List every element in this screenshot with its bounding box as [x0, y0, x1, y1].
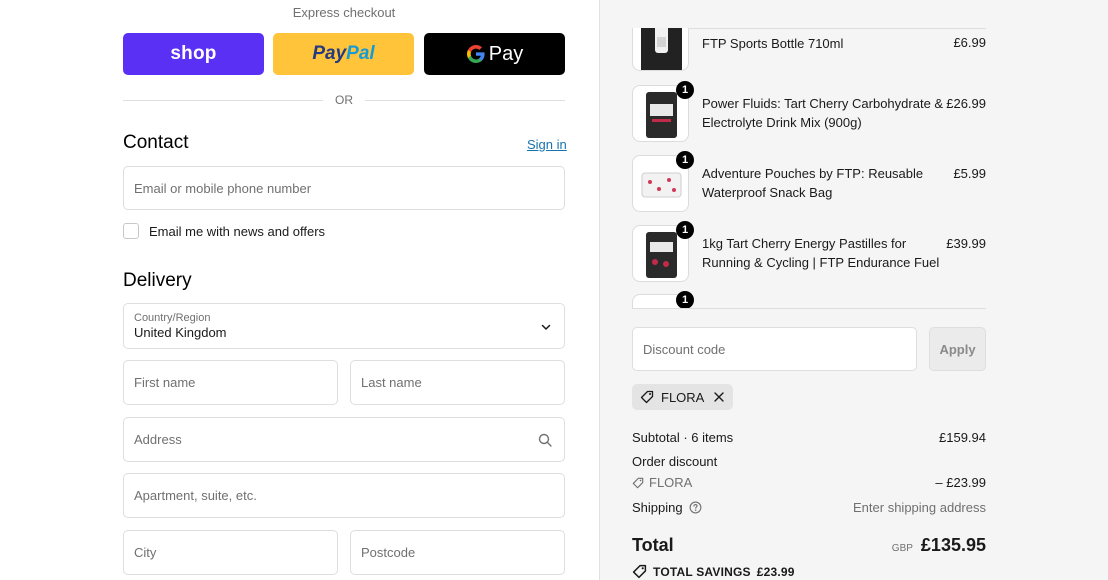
- applied-code-label: FLORA: [661, 389, 705, 405]
- google-g-icon: [466, 45, 485, 63]
- item-price: £39.99: [946, 236, 986, 251]
- country-value: United Kingdom: [134, 325, 227, 340]
- country-select[interactable]: Country/Region United Kingdom: [123, 303, 565, 349]
- order-discount-label: Order discount: [632, 454, 718, 469]
- newsletter-checkbox[interactable]: [123, 223, 139, 239]
- shipping-row: Shipping Enter shipping address: [632, 500, 986, 515]
- paypal-label-part1: Pay: [312, 43, 347, 64]
- shop-pay-button[interactable]: shop: [123, 33, 264, 75]
- paypal-button[interactable]: Pay Pal: [273, 33, 414, 75]
- newsletter-label: Email me with news and offers: [149, 223, 326, 239]
- apartment-placeholder: Apartment, suite, etc.: [134, 488, 257, 503]
- subtotal-value: £159.94: [939, 430, 986, 445]
- google-pay-button[interactable]: Pay: [424, 33, 565, 75]
- quantity-badge: 1: [676, 151, 694, 169]
- shipping-label: Shipping: [632, 500, 683, 515]
- quantity-badge: 1: [676, 221, 694, 239]
- subtotal-row: Subtotal · 6 items £159.94: [632, 430, 986, 445]
- tag-icon: [632, 564, 647, 579]
- city-placeholder: City: [134, 545, 157, 560]
- paypal-label-part2: Pal: [346, 43, 375, 64]
- delivery-title: Delivery: [123, 270, 192, 291]
- tag-icon: [632, 477, 644, 488]
- summary-divider: [632, 308, 986, 309]
- shipping-label-cell: Shipping: [632, 500, 702, 515]
- sign-in-link[interactable]: Sign in: [527, 137, 567, 152]
- discount-placeholder: Discount code: [643, 341, 726, 357]
- order-discount-row: Order discount: [632, 454, 986, 469]
- discount-value: – £23.99: [935, 475, 986, 490]
- currency-code: GBP: [891, 543, 913, 554]
- savings-label: TOTAL SAVINGS: [653, 564, 751, 579]
- tag-icon: [640, 390, 654, 404]
- quantity-badge: 1: [676, 291, 694, 308]
- first-name-placeholder: First name: [134, 375, 196, 390]
- help-icon[interactable]: [689, 501, 702, 514]
- item-price: £5.99: [953, 166, 986, 181]
- discount-code-text: FLORA: [649, 475, 693, 490]
- search-icon: [538, 433, 552, 447]
- chevron-down-icon: [541, 324, 551, 330]
- email-placeholder: Email or mobile phone number: [134, 180, 312, 196]
- item-name: Adventure Pouches by FTP: Reusable Water…: [702, 166, 924, 200]
- total-savings: TOTAL SAVINGS £23.99: [632, 564, 795, 579]
- checkout-form-panel: Express checkout shop Pay Pal Pay OR Cont…: [0, 0, 599, 580]
- google-pay-label: Pay: [488, 42, 524, 65]
- savings-value: £23.99: [756, 564, 795, 579]
- or-divider: OR: [123, 92, 565, 108]
- remove-discount-icon[interactable]: [713, 391, 725, 403]
- postcode-placeholder: Postcode: [361, 545, 416, 560]
- cart-item: 1 Power Fluids: Tart Cherry Carbohydrate…: [632, 81, 986, 144]
- cart-item: 1: [632, 290, 986, 308]
- newsletter-option[interactable]: Email me with news and offers: [123, 223, 325, 239]
- cart-item: 1 1kg Tart Cherry Energy Pastilles for R…: [632, 221, 986, 284]
- last-name-placeholder: Last name: [361, 375, 422, 390]
- total-row: Total GBP £135.95: [632, 535, 986, 556]
- item-price: £26.99: [946, 96, 986, 111]
- item-name: Power Fluids: Tart Cherry Carbohydrate &…: [702, 96, 944, 130]
- applied-discount-chip: FLORA: [632, 384, 734, 410]
- apartment-field[interactable]: Apartment, suite, etc.: [123, 473, 565, 518]
- divider-line: [365, 99, 565, 101]
- or-text: OR: [335, 93, 353, 107]
- bottle-image: [641, 28, 682, 70]
- cart-item: 1 Adventure Pouches by FTP: Reusable Wat…: [632, 151, 986, 214]
- contact-title: Contact: [123, 132, 189, 153]
- total-label: Total: [632, 535, 674, 555]
- address-placeholder: Address: [134, 432, 182, 447]
- item-price: £6.99: [953, 35, 986, 50]
- product-thumbnail: [632, 28, 689, 71]
- cart-item: FTP Sports Bottle 710ml £6.99: [632, 28, 986, 72]
- item-name: 1kg Tart Cherry Energy Pastilles for Run…: [702, 236, 940, 270]
- address-field[interactable]: Address: [123, 417, 565, 462]
- country-label: Country/Region: [134, 312, 211, 324]
- total-amount: £135.95: [920, 535, 986, 555]
- shipping-value: Enter shipping address: [853, 500, 986, 515]
- discount-detail-row: FLORA – £23.99: [632, 475, 986, 490]
- discount-code-input[interactable]: Discount code: [632, 327, 917, 371]
- discount-code-cell: FLORA: [632, 475, 692, 490]
- divider-line: [123, 99, 323, 101]
- express-checkout-label: Express checkout: [292, 5, 396, 20]
- shop-pay-label: shop: [170, 43, 217, 64]
- total-amount-cell: GBP £135.95: [892, 535, 986, 556]
- item-name: FTP Sports Bottle 710ml: [702, 36, 844, 51]
- first-name-field[interactable]: First name: [123, 360, 338, 405]
- quantity-badge: 1: [676, 81, 694, 99]
- subtotal-label: Subtotal · 6 items: [632, 430, 734, 445]
- postcode-field[interactable]: Postcode: [350, 530, 565, 575]
- apply-discount-button[interactable]: Apply: [929, 327, 986, 371]
- email-field[interactable]: Email or mobile phone number: [123, 166, 565, 210]
- last-name-field[interactable]: Last name: [350, 360, 565, 405]
- city-field[interactable]: City: [123, 530, 338, 575]
